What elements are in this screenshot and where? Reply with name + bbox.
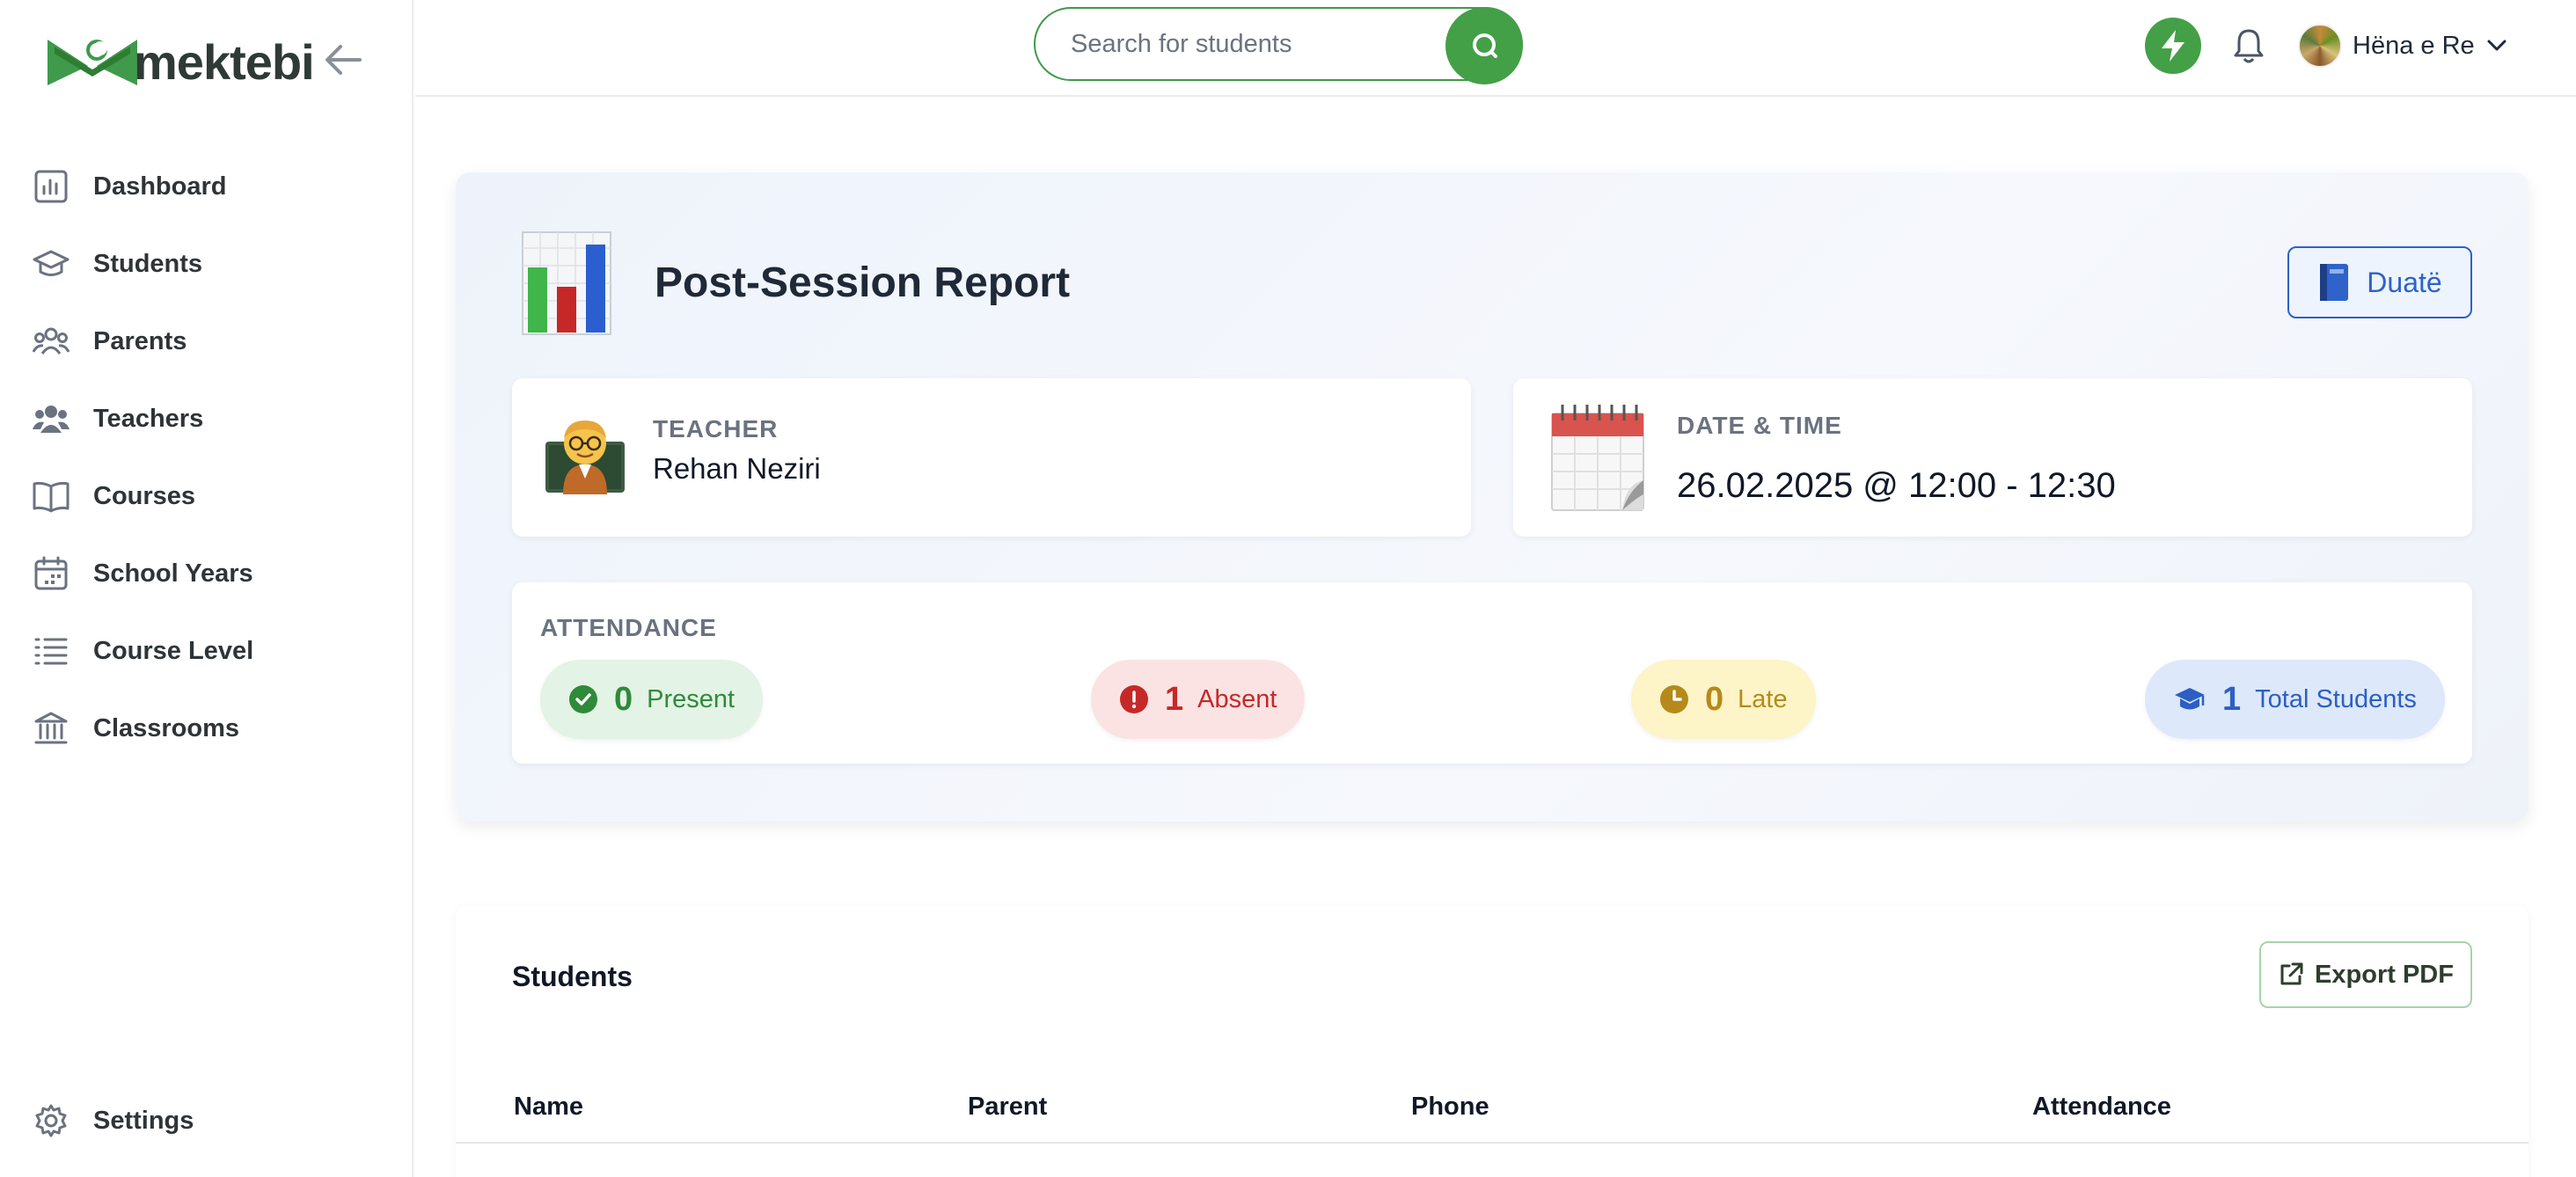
post-session-report-card: Post-Session Report Duatë TEACHER Rehan … bbox=[456, 172, 2528, 822]
present-label: Present bbox=[647, 684, 735, 713]
column-header-attendance[interactable]: Attendance bbox=[2032, 1093, 2171, 1122]
calendar-emoji-icon bbox=[1551, 405, 1644, 511]
blue-book-icon bbox=[2320, 264, 2349, 301]
bell-icon bbox=[2234, 29, 2264, 63]
late-badge: 0 Late bbox=[1631, 660, 1816, 739]
export-pdf-label: Export PDF bbox=[2315, 960, 2454, 989]
external-link-icon bbox=[2280, 962, 2303, 985]
check-circle-icon bbox=[569, 685, 597, 713]
teacher-label: TEACHER bbox=[653, 415, 779, 442]
teacher-card: TEACHER Rehan Neziri bbox=[512, 378, 1471, 537]
arrow-left-icon bbox=[326, 45, 362, 75]
graduation-cap-icon bbox=[2175, 688, 2205, 710]
column-header-parent[interactable]: Parent bbox=[968, 1093, 1047, 1122]
lightning-bolt-icon bbox=[2162, 30, 2184, 62]
sidebar-item-students[interactable]: Students bbox=[0, 225, 413, 303]
collapse-sidebar-button[interactable] bbox=[318, 35, 368, 84]
avatar bbox=[2298, 24, 2342, 68]
attendance-label: ATTENDANCE bbox=[540, 614, 717, 641]
graduation-cap-icon bbox=[32, 245, 70, 283]
list-icon bbox=[32, 632, 70, 670]
students-section-title: Students bbox=[512, 961, 633, 992]
bar-chart-icon bbox=[32, 167, 70, 206]
sidebar-item-label: Classrooms bbox=[93, 713, 240, 742]
sidebar-item-teachers[interactable]: Teachers bbox=[0, 380, 413, 457]
prayer-button[interactable]: Duatë bbox=[2287, 246, 2472, 318]
total-students-count: 1 bbox=[2222, 680, 2242, 718]
search-input[interactable] bbox=[1071, 29, 1440, 59]
page-title: Post-Session Report bbox=[655, 260, 1071, 306]
gear-icon bbox=[32, 1101, 70, 1140]
present-count: 0 bbox=[614, 680, 633, 718]
total-students-label: Total Students bbox=[2255, 684, 2417, 713]
attendance-card: ATTENDANCE 0 Present 1 Absent 0 Late 1 T… bbox=[512, 582, 2472, 764]
sidebar-item-dashboard[interactable]: Dashboard bbox=[0, 148, 413, 225]
exclamation-circle-icon bbox=[1120, 685, 1148, 713]
sidebar-item-classrooms[interactable]: Classrooms bbox=[0, 690, 413, 767]
sidebar-item-label: Teachers bbox=[93, 404, 204, 433]
building-columns-icon bbox=[32, 709, 70, 748]
clock-icon bbox=[1660, 685, 1688, 713]
quick-actions-button[interactable] bbox=[2145, 18, 2201, 74]
absent-badge: 1 Absent bbox=[1091, 660, 1306, 739]
teacher-name: Rehan Neziri bbox=[653, 452, 821, 485]
sidebar-item-label: School Years bbox=[93, 559, 253, 588]
top-bar: Hëna e Re bbox=[415, 0, 2576, 97]
absent-count: 1 bbox=[1165, 680, 1184, 718]
sidebar-item-label: Dashboard bbox=[93, 172, 227, 201]
calendar-icon bbox=[32, 554, 70, 593]
sidebar-item-school-years[interactable]: School Years bbox=[0, 535, 413, 612]
user-name: Hëna e Re bbox=[2353, 31, 2475, 60]
total-students-badge: 1 Total Students bbox=[2145, 660, 2445, 739]
late-count: 0 bbox=[1705, 680, 1724, 718]
sidebar-nav: Dashboard Students Parents Teachers Cour… bbox=[0, 148, 413, 767]
column-header-name[interactable]: Name bbox=[514, 1093, 583, 1122]
notifications-button[interactable] bbox=[2224, 21, 2273, 70]
sidebar-item-label: Courses bbox=[93, 481, 196, 510]
users-icon bbox=[32, 399, 70, 438]
sidebar-item-label: Settings bbox=[93, 1106, 194, 1135]
date-time-value: 26.02.2025 @ 12:00 - 12:30 bbox=[1677, 466, 2116, 505]
present-badge: 0 Present bbox=[540, 660, 764, 739]
search-button[interactable] bbox=[1445, 7, 1523, 84]
column-header-phone[interactable]: Phone bbox=[1411, 1093, 1489, 1122]
sidebar-item-course-level[interactable]: Course Level bbox=[0, 612, 413, 690]
teacher-emoji-icon bbox=[545, 420, 625, 494]
prayer-button-label: Duatë bbox=[2367, 266, 2442, 298]
search-icon bbox=[1473, 33, 1497, 58]
export-pdf-button[interactable]: Export PDF bbox=[2259, 941, 2472, 1008]
bar-chart-emoji-icon bbox=[522, 231, 611, 335]
open-book-logo-icon bbox=[48, 40, 137, 85]
search-bar bbox=[1034, 7, 1523, 84]
students-table-header: Name Parent Phone Attendance bbox=[456, 1075, 2528, 1144]
user-menu[interactable]: Hëna e Re bbox=[2298, 23, 2506, 69]
book-open-icon bbox=[32, 477, 70, 515]
chevron-down-icon bbox=[2487, 40, 2506, 51]
users-group-icon bbox=[32, 322, 70, 361]
sidebar-item-courses[interactable]: Courses bbox=[0, 457, 413, 535]
sidebar-item-settings[interactable]: Settings bbox=[0, 1082, 413, 1159]
sidebar-item-label: Course Level bbox=[93, 636, 254, 665]
late-label: Late bbox=[1738, 684, 1788, 713]
brand-name: mektebi bbox=[134, 33, 315, 90]
absent-label: Absent bbox=[1197, 684, 1277, 713]
sidebar: mektebi Dashboard Students Parents Teach… bbox=[0, 0, 413, 1177]
date-time-label: DATE & TIME bbox=[1677, 412, 1842, 439]
sidebar-item-label: Parents bbox=[93, 326, 187, 355]
students-panel: Students Export PDF Name Parent Phone At… bbox=[456, 906, 2528, 1177]
date-time-card: DATE & TIME 26.02.2025 @ 12:00 - 12:30 bbox=[1513, 378, 2472, 537]
sidebar-item-label: Students bbox=[93, 249, 203, 278]
sidebar-item-parents[interactable]: Parents bbox=[0, 303, 413, 380]
